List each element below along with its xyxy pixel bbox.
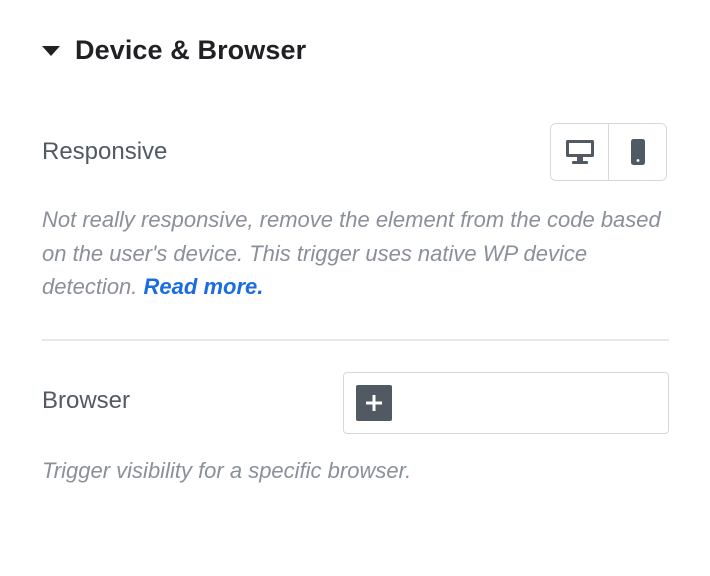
responsive-label: Responsive	[42, 138, 168, 165]
browser-label: Browser	[42, 387, 131, 414]
device-switcher	[550, 123, 667, 181]
mobile-button[interactable]	[608, 124, 666, 180]
responsive-description-text: Not really responsive, remove the elemen…	[42, 207, 661, 299]
responsive-description: Not really responsive, remove the elemen…	[42, 203, 672, 304]
divider	[42, 339, 669, 341]
read-more-link[interactable]: Read more.	[144, 274, 264, 299]
section-title: Device & Browser	[75, 34, 307, 65]
section-toggle-device-browser[interactable]: Device & Browser	[42, 30, 306, 70]
desktop-icon	[565, 140, 594, 164]
caret-down-icon	[42, 46, 60, 56]
plus-icon	[366, 395, 382, 411]
mobile-icon	[630, 139, 645, 165]
browser-select-field[interactable]	[343, 372, 669, 434]
browser-description: Trigger visibility for a specific browse…	[42, 458, 412, 483]
desktop-button[interactable]	[551, 124, 608, 180]
add-browser-button[interactable]	[356, 385, 392, 421]
